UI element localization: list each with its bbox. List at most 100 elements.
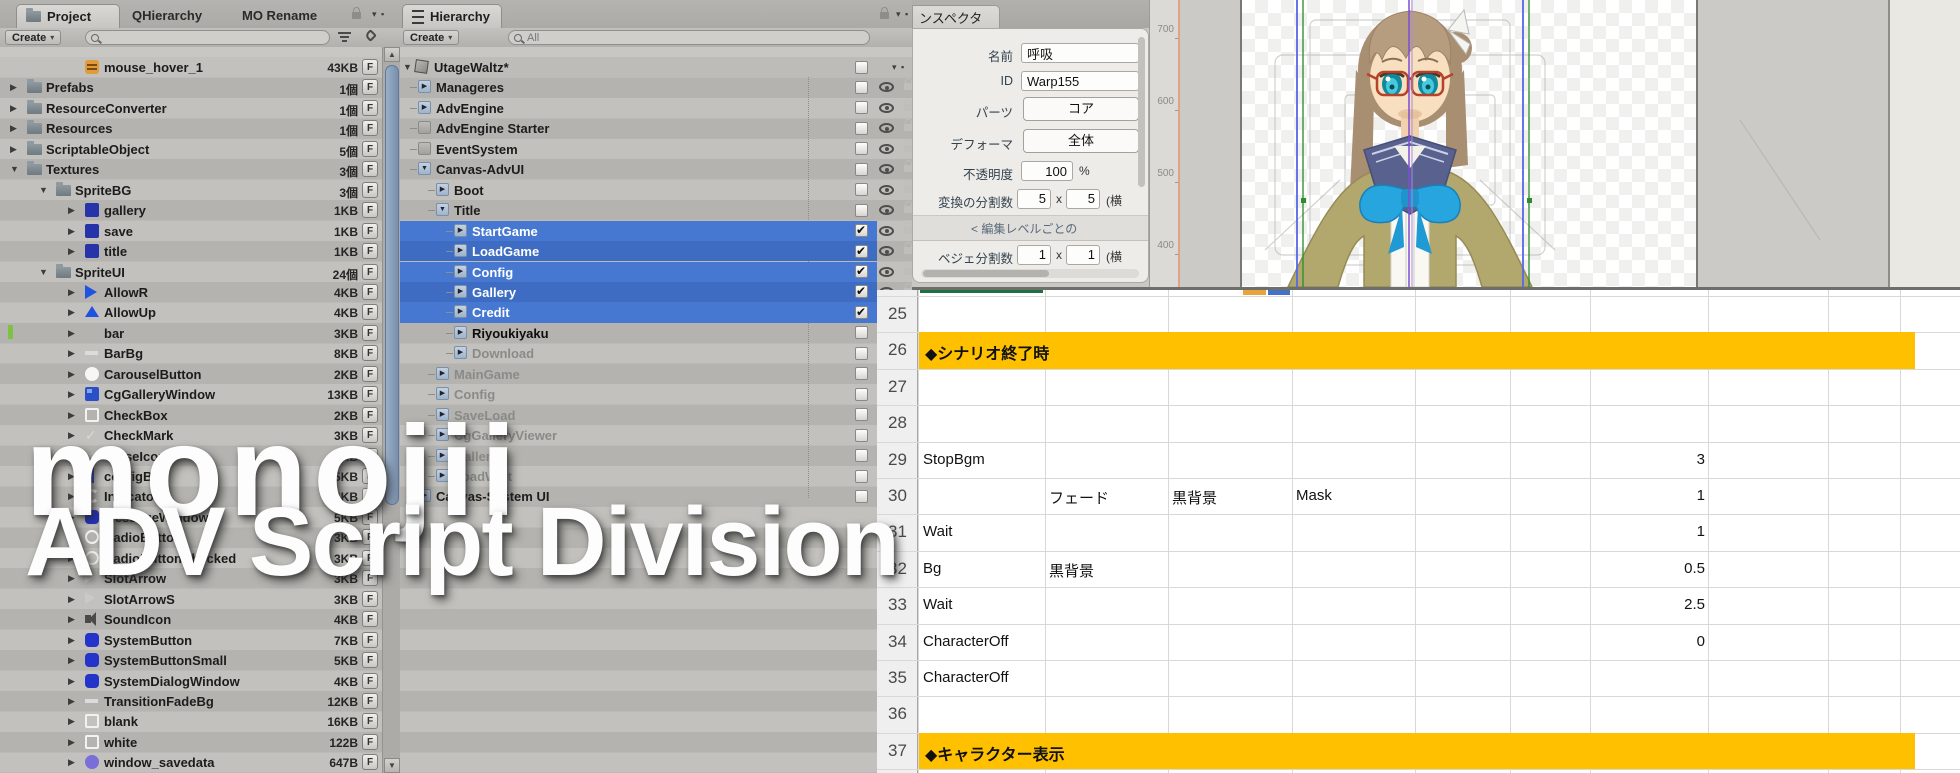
scene-row[interactable]: ▼ UtageWaltz* ▾ ▪ (400, 57, 912, 78)
eye-icon[interactable] (879, 102, 894, 113)
parts-select[interactable]: コア (1023, 97, 1139, 121)
foldout-open-icon[interactable]: ▼ (10, 164, 19, 174)
scroll-down-icon[interactable]: ▼ (384, 758, 400, 773)
eye-icon[interactable] (879, 205, 894, 216)
visibility-checkbox[interactable] (855, 346, 868, 360)
project-row[interactable]: ▶ SystemButtonSmall 5KB F (0, 650, 382, 670)
foldout-open-icon[interactable]: ▼ (403, 62, 412, 72)
divisions-x-field[interactable]: 5 (1017, 189, 1051, 209)
tab-qhierarchy[interactable]: QHierarchy (132, 8, 202, 23)
expand-chip-icon[interactable]: ▶ (436, 407, 449, 421)
sheet-cell[interactable]: 0.5 (1591, 560, 1705, 577)
expand-chip-icon[interactable]: ▶ (436, 428, 449, 442)
foldout-closed-icon[interactable]: ▶ (68, 532, 75, 543)
project-row[interactable]: ▶ ✕ CloseIcon 4KB F (0, 446, 382, 466)
eye-icon[interactable] (879, 123, 894, 134)
favorite-f-button[interactable]: F (362, 652, 378, 669)
visibility-checkbox[interactable] (855, 101, 868, 115)
favorite-f-button[interactable]: F (362, 529, 378, 546)
foldout-closed-icon[interactable]: ▶ (68, 594, 75, 605)
create-button[interactable]: Create ▾ (403, 30, 460, 45)
project-scrollbar[interactable]: ▲ ▼ (382, 47, 401, 773)
favorite-f-button[interactable]: F (362, 549, 378, 566)
component-icon[interactable] (418, 121, 431, 135)
name-field[interactable] (1021, 43, 1139, 63)
visibility-checkbox[interactable] (855, 121, 868, 135)
visibility-checkbox[interactable] (855, 408, 868, 422)
project-row[interactable]: ▶ SlotArrow 3KB F (0, 568, 382, 588)
sheet-cell[interactable]: 0 (1591, 633, 1705, 650)
hierarchy-row[interactable]: ▶ SaveLoad (400, 405, 912, 425)
eye-icon[interactable] (879, 246, 894, 257)
foldout-open-icon[interactable]: ▼ (39, 185, 48, 195)
eye-icon[interactable] (879, 184, 894, 195)
foldout-closed-icon[interactable]: ▶ (68, 430, 75, 441)
row-number[interactable]: 26 (877, 340, 918, 360)
expand-chip-icon[interactable]: ▶ (436, 448, 449, 462)
favorite-f-button[interactable]: F (362, 468, 378, 484)
eye-icon[interactable] (879, 266, 894, 277)
row-number[interactable]: 30 (877, 486, 918, 506)
component-icon[interactable] (418, 141, 431, 155)
project-row[interactable]: ▶ CheckBox 2KB F (0, 405, 382, 425)
create-button[interactable]: Create ▾ (5, 30, 62, 45)
sheet-cell[interactable]: StopBgm (923, 451, 1041, 468)
visibility-checkbox[interactable] (855, 183, 868, 197)
row-number[interactable]: 34 (877, 632, 918, 652)
section-title-cell[interactable]: ◆キャラクター表示 (925, 741, 1065, 765)
project-row[interactable]: ▼ Textures 3個 F (0, 159, 382, 179)
foldout-closed-icon[interactable]: ▶ (68, 573, 75, 584)
favorite-f-button[interactable]: F (362, 365, 378, 382)
visibility-checkbox[interactable] (855, 387, 868, 401)
hierarchy-row[interactable]: ▶ StartGame (400, 220, 912, 242)
favorite-f-button[interactable]: F (362, 672, 378, 689)
visibility-checkbox[interactable] (855, 223, 868, 238)
panel-menu-icon[interactable]: ▾ ▪ (892, 62, 905, 73)
hierarchy-row[interactable]: ▼ Canvas-AdvUI (400, 159, 912, 179)
project-row[interactable]: ▶ title 1KB F (0, 241, 382, 261)
scrollbar-thumb[interactable] (385, 65, 399, 505)
favorite-f-button[interactable]: F (362, 140, 378, 157)
favorite-f-button[interactable]: F (362, 754, 378, 771)
project-row[interactable]: ▶ Resources 1個 F (0, 118, 382, 138)
foldout-closed-icon[interactable]: ▶ (68, 491, 75, 502)
project-row[interactable]: ▶ ScriptableObject 5個 F (0, 139, 382, 159)
project-row[interactable]: ▶ save 1KB F (0, 221, 382, 241)
expand-chip-icon[interactable]: ▶ (436, 182, 449, 196)
project-row[interactable]: ▶ window_savedata 647B F (0, 752, 382, 772)
project-row[interactable]: ▶ SystemDialogWindow 4KB F (0, 671, 382, 691)
lock-icon[interactable] (904, 78, 912, 91)
expand-chip-icon[interactable]: ▶ (436, 366, 449, 380)
bezier-x-field[interactable]: 1 (1017, 245, 1051, 265)
hierarchy-row[interactable]: ▶ AdvEngine (400, 98, 912, 118)
hierarchy-row[interactable]: ▶ Riyoukiyaku (400, 323, 912, 343)
foldout-closed-icon[interactable]: ▶ (10, 123, 17, 134)
hierarchy-row[interactable]: ▶ Gallery (400, 281, 912, 303)
eye-icon[interactable] (879, 82, 894, 93)
foldout-closed-icon[interactable]: ▶ (68, 410, 75, 421)
project-row[interactable]: ▶ Prefabs 1個 F (0, 77, 382, 97)
foldout-closed-icon[interactable]: ▶ (68, 614, 75, 625)
row-number[interactable]: 27 (877, 377, 918, 397)
favorite-f-button[interactable]: F (362, 570, 378, 587)
sheet-cell[interactable]: 3 (1591, 451, 1705, 468)
expand-chip-icon[interactable]: ▶ (454, 305, 467, 319)
hierarchy-row[interactable]: ▼ Title (400, 200, 912, 220)
foldout-closed-icon[interactable]: ▶ (68, 512, 75, 523)
foldout-open-icon[interactable]: ▼ (39, 267, 48, 277)
project-row[interactable]: ▶ RadioButtonChecked 3KB F (0, 548, 382, 568)
visibility-checkbox[interactable] (855, 284, 868, 299)
project-row[interactable]: ▶ SystemButton 7KB F (0, 630, 382, 650)
lock-icon[interactable] (904, 262, 912, 275)
foldout-closed-icon[interactable]: ▶ (68, 716, 75, 727)
tab-project[interactable]: Project (16, 4, 120, 28)
row-number[interactable]: 32 (877, 559, 918, 579)
visibility-checkbox[interactable] (855, 326, 868, 340)
scene-checkbox[interactable] (855, 60, 868, 74)
project-row[interactable]: ▶ bar 3KB F (0, 323, 382, 343)
hierarchy-row[interactable]: ▶ Canvas-System UI (400, 486, 912, 506)
sheet-cell[interactable]: 1 (1591, 523, 1705, 540)
project-row[interactable]: ▶ SoundIcon 4KB F (0, 609, 382, 629)
bezier-y-field[interactable]: 1 (1066, 245, 1100, 265)
project-row[interactable]: ▶ RadioButton 3KB F (0, 527, 382, 547)
